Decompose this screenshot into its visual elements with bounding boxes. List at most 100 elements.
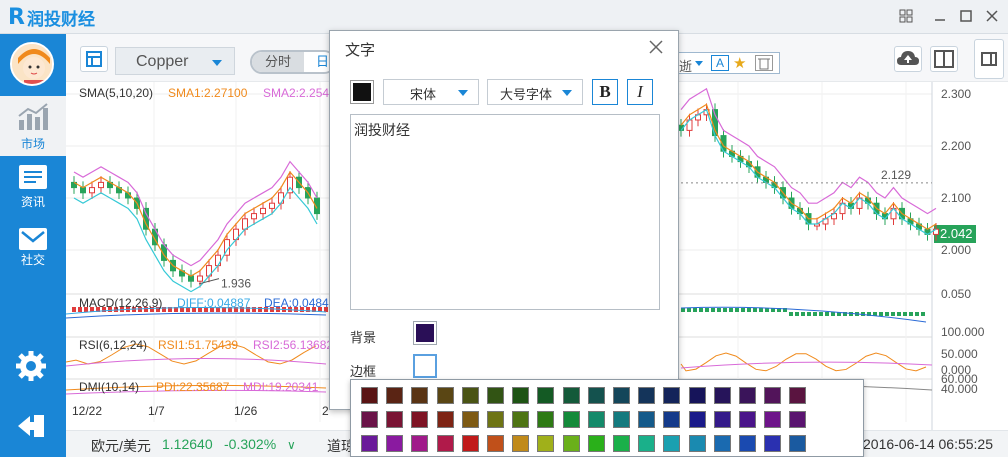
color-swatch[interactable] xyxy=(713,411,731,428)
color-swatch[interactable] xyxy=(638,387,656,404)
period-toggle[interactable]: 分时 日 xyxy=(250,50,336,74)
color-swatch[interactable] xyxy=(789,411,807,428)
color-swatch[interactable] xyxy=(713,387,731,404)
color-swatch[interactable] xyxy=(487,435,504,452)
color-swatch[interactable] xyxy=(688,387,706,404)
close-window-icon[interactable] xyxy=(984,8,1000,24)
color-swatch[interactable] xyxy=(512,435,530,452)
candle-body xyxy=(188,275,194,282)
color-swatch[interactable] xyxy=(587,435,605,452)
color-swatch[interactable] xyxy=(487,411,504,428)
color-swatch[interactable] xyxy=(739,387,756,404)
color-swatch[interactable] xyxy=(512,387,530,404)
font-size-select[interactable]: 大号字体 xyxy=(487,79,583,105)
symbol-value: Copper xyxy=(136,53,189,70)
color-swatch[interactable] xyxy=(764,387,782,404)
italic-button[interactable]: I xyxy=(627,79,653,105)
color-swatch[interactable] xyxy=(638,435,656,452)
color-palette xyxy=(350,379,864,457)
mail-icon xyxy=(19,228,47,250)
color-swatch[interactable] xyxy=(436,411,454,428)
color-swatch[interactable] xyxy=(386,435,404,452)
macd-bar xyxy=(723,308,727,312)
close-icon[interactable] xyxy=(648,39,664,55)
color-swatch[interactable] xyxy=(537,387,555,404)
color-swatch[interactable] xyxy=(411,435,429,452)
chevron-down-icon[interactable]: ∨ xyxy=(287,438,296,452)
logo-text: 润投财经 xyxy=(26,9,95,29)
trash-icon[interactable] xyxy=(755,55,773,71)
color-swatch[interactable] xyxy=(739,411,756,428)
split-view-icon xyxy=(934,50,954,68)
color-swatch[interactable] xyxy=(537,411,555,428)
color-swatch[interactable] xyxy=(461,411,479,428)
color-swatch[interactable] xyxy=(789,435,807,452)
color-swatch[interactable] xyxy=(487,387,504,404)
split-view-button[interactable] xyxy=(930,46,958,72)
text-tool-icon[interactable]: A xyxy=(711,55,729,71)
sma2-line xyxy=(680,87,937,215)
bold-button[interactable]: B xyxy=(592,79,618,105)
sidebar-item-news[interactable]: 资讯 xyxy=(0,160,66,220)
color-swatch[interactable] xyxy=(688,435,706,452)
text-input[interactable]: 润投财经 xyxy=(350,114,660,310)
color-swatch[interactable] xyxy=(713,435,731,452)
color-swatch[interactable] xyxy=(587,411,605,428)
color-swatch[interactable] xyxy=(361,387,378,404)
current-price-label: 2.042 xyxy=(940,226,973,241)
macd-bar xyxy=(693,308,697,312)
symbol-select[interactable]: Copper xyxy=(115,47,235,75)
color-swatch[interactable] xyxy=(361,435,378,452)
avatar[interactable] xyxy=(10,42,54,86)
period-intraday[interactable]: 分时 xyxy=(252,52,304,72)
color-swatch[interactable] xyxy=(411,411,429,428)
minimize-icon[interactable] xyxy=(932,8,948,24)
color-swatch[interactable] xyxy=(562,387,580,404)
color-swatch[interactable] xyxy=(638,411,656,428)
macd-bar xyxy=(72,307,76,312)
color-swatch[interactable] xyxy=(613,411,630,428)
font-family-select[interactable]: 宋体 xyxy=(383,79,479,105)
color-swatch[interactable] xyxy=(663,435,681,452)
color-swatch[interactable] xyxy=(436,435,454,452)
color-swatch[interactable] xyxy=(764,435,782,452)
settings-icon[interactable] xyxy=(15,350,47,382)
color-swatch[interactable] xyxy=(537,435,555,452)
color-swatch[interactable] xyxy=(386,411,404,428)
maximize-icon[interactable] xyxy=(958,8,974,24)
color-swatch[interactable] xyxy=(512,411,530,428)
ticker-pair[interactable]: 欧元/美元 xyxy=(91,436,151,456)
color-swatch[interactable] xyxy=(562,411,580,428)
color-swatch[interactable] xyxy=(461,387,479,404)
color-swatch[interactable] xyxy=(386,387,404,404)
color-swatch[interactable] xyxy=(688,411,706,428)
background-color-picker[interactable] xyxy=(413,321,437,345)
color-swatch[interactable] xyxy=(764,411,782,428)
logout-icon[interactable] xyxy=(16,414,46,438)
color-swatch[interactable] xyxy=(587,387,605,404)
color-swatch[interactable] xyxy=(411,387,429,404)
sidebar-item-social[interactable]: 社交 xyxy=(0,222,66,282)
font-size-value: 大号字体 xyxy=(500,87,553,102)
color-swatch[interactable] xyxy=(361,411,378,428)
layout-button[interactable] xyxy=(80,46,108,72)
grid-icon[interactable] xyxy=(898,8,914,24)
color-swatch[interactable] xyxy=(461,435,479,452)
color-swatch[interactable] xyxy=(789,387,807,404)
star-icon[interactable]: ★ xyxy=(733,54,746,72)
sidebar-item-market[interactable]: 市场 xyxy=(0,96,66,156)
border-color-picker[interactable] xyxy=(413,354,437,378)
color-swatch[interactable] xyxy=(613,387,630,404)
macd-bar xyxy=(891,312,895,316)
text-color-picker[interactable] xyxy=(350,80,374,104)
cloud-upload-button[interactable] xyxy=(894,46,922,72)
border-label: 边框 xyxy=(350,364,377,379)
color-swatch[interactable] xyxy=(663,411,681,428)
color-swatch[interactable] xyxy=(613,435,630,452)
color-swatch[interactable] xyxy=(562,435,580,452)
color-swatch[interactable] xyxy=(663,387,681,404)
color-swatch[interactable] xyxy=(739,435,756,452)
color-swatch[interactable] xyxy=(436,387,454,404)
sidebar-toggle-button[interactable] xyxy=(974,39,1004,79)
chevron-down-icon[interactable] xyxy=(695,61,703,66)
